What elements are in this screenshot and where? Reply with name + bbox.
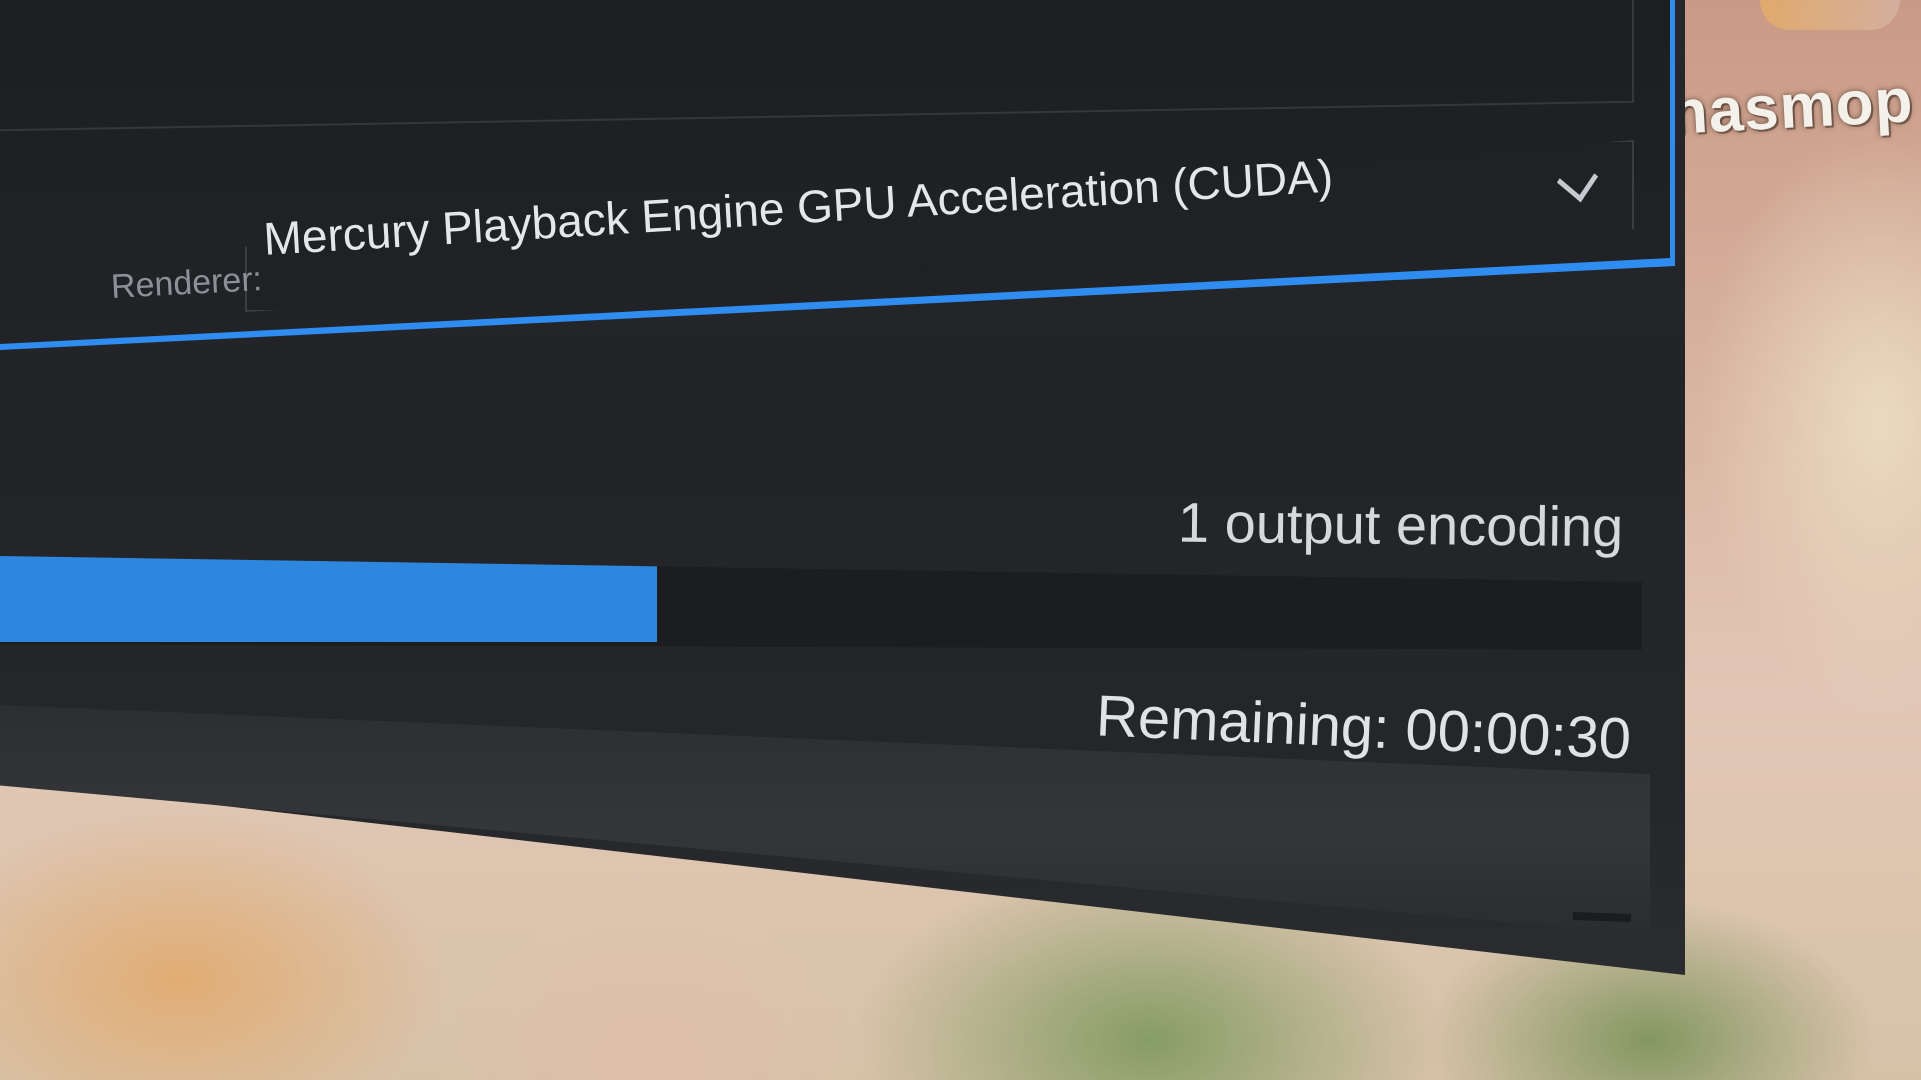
wallpaper-decoration (1760, 0, 1900, 30)
progress-bar-fill (0, 556, 657, 642)
encoding-status: 1 output encoding (1177, 490, 1624, 559)
wallpaper-text: hasmop (1668, 66, 1916, 148)
renderer-label: Renderer: (110, 260, 263, 306)
settings-frame (0, 0, 1634, 132)
